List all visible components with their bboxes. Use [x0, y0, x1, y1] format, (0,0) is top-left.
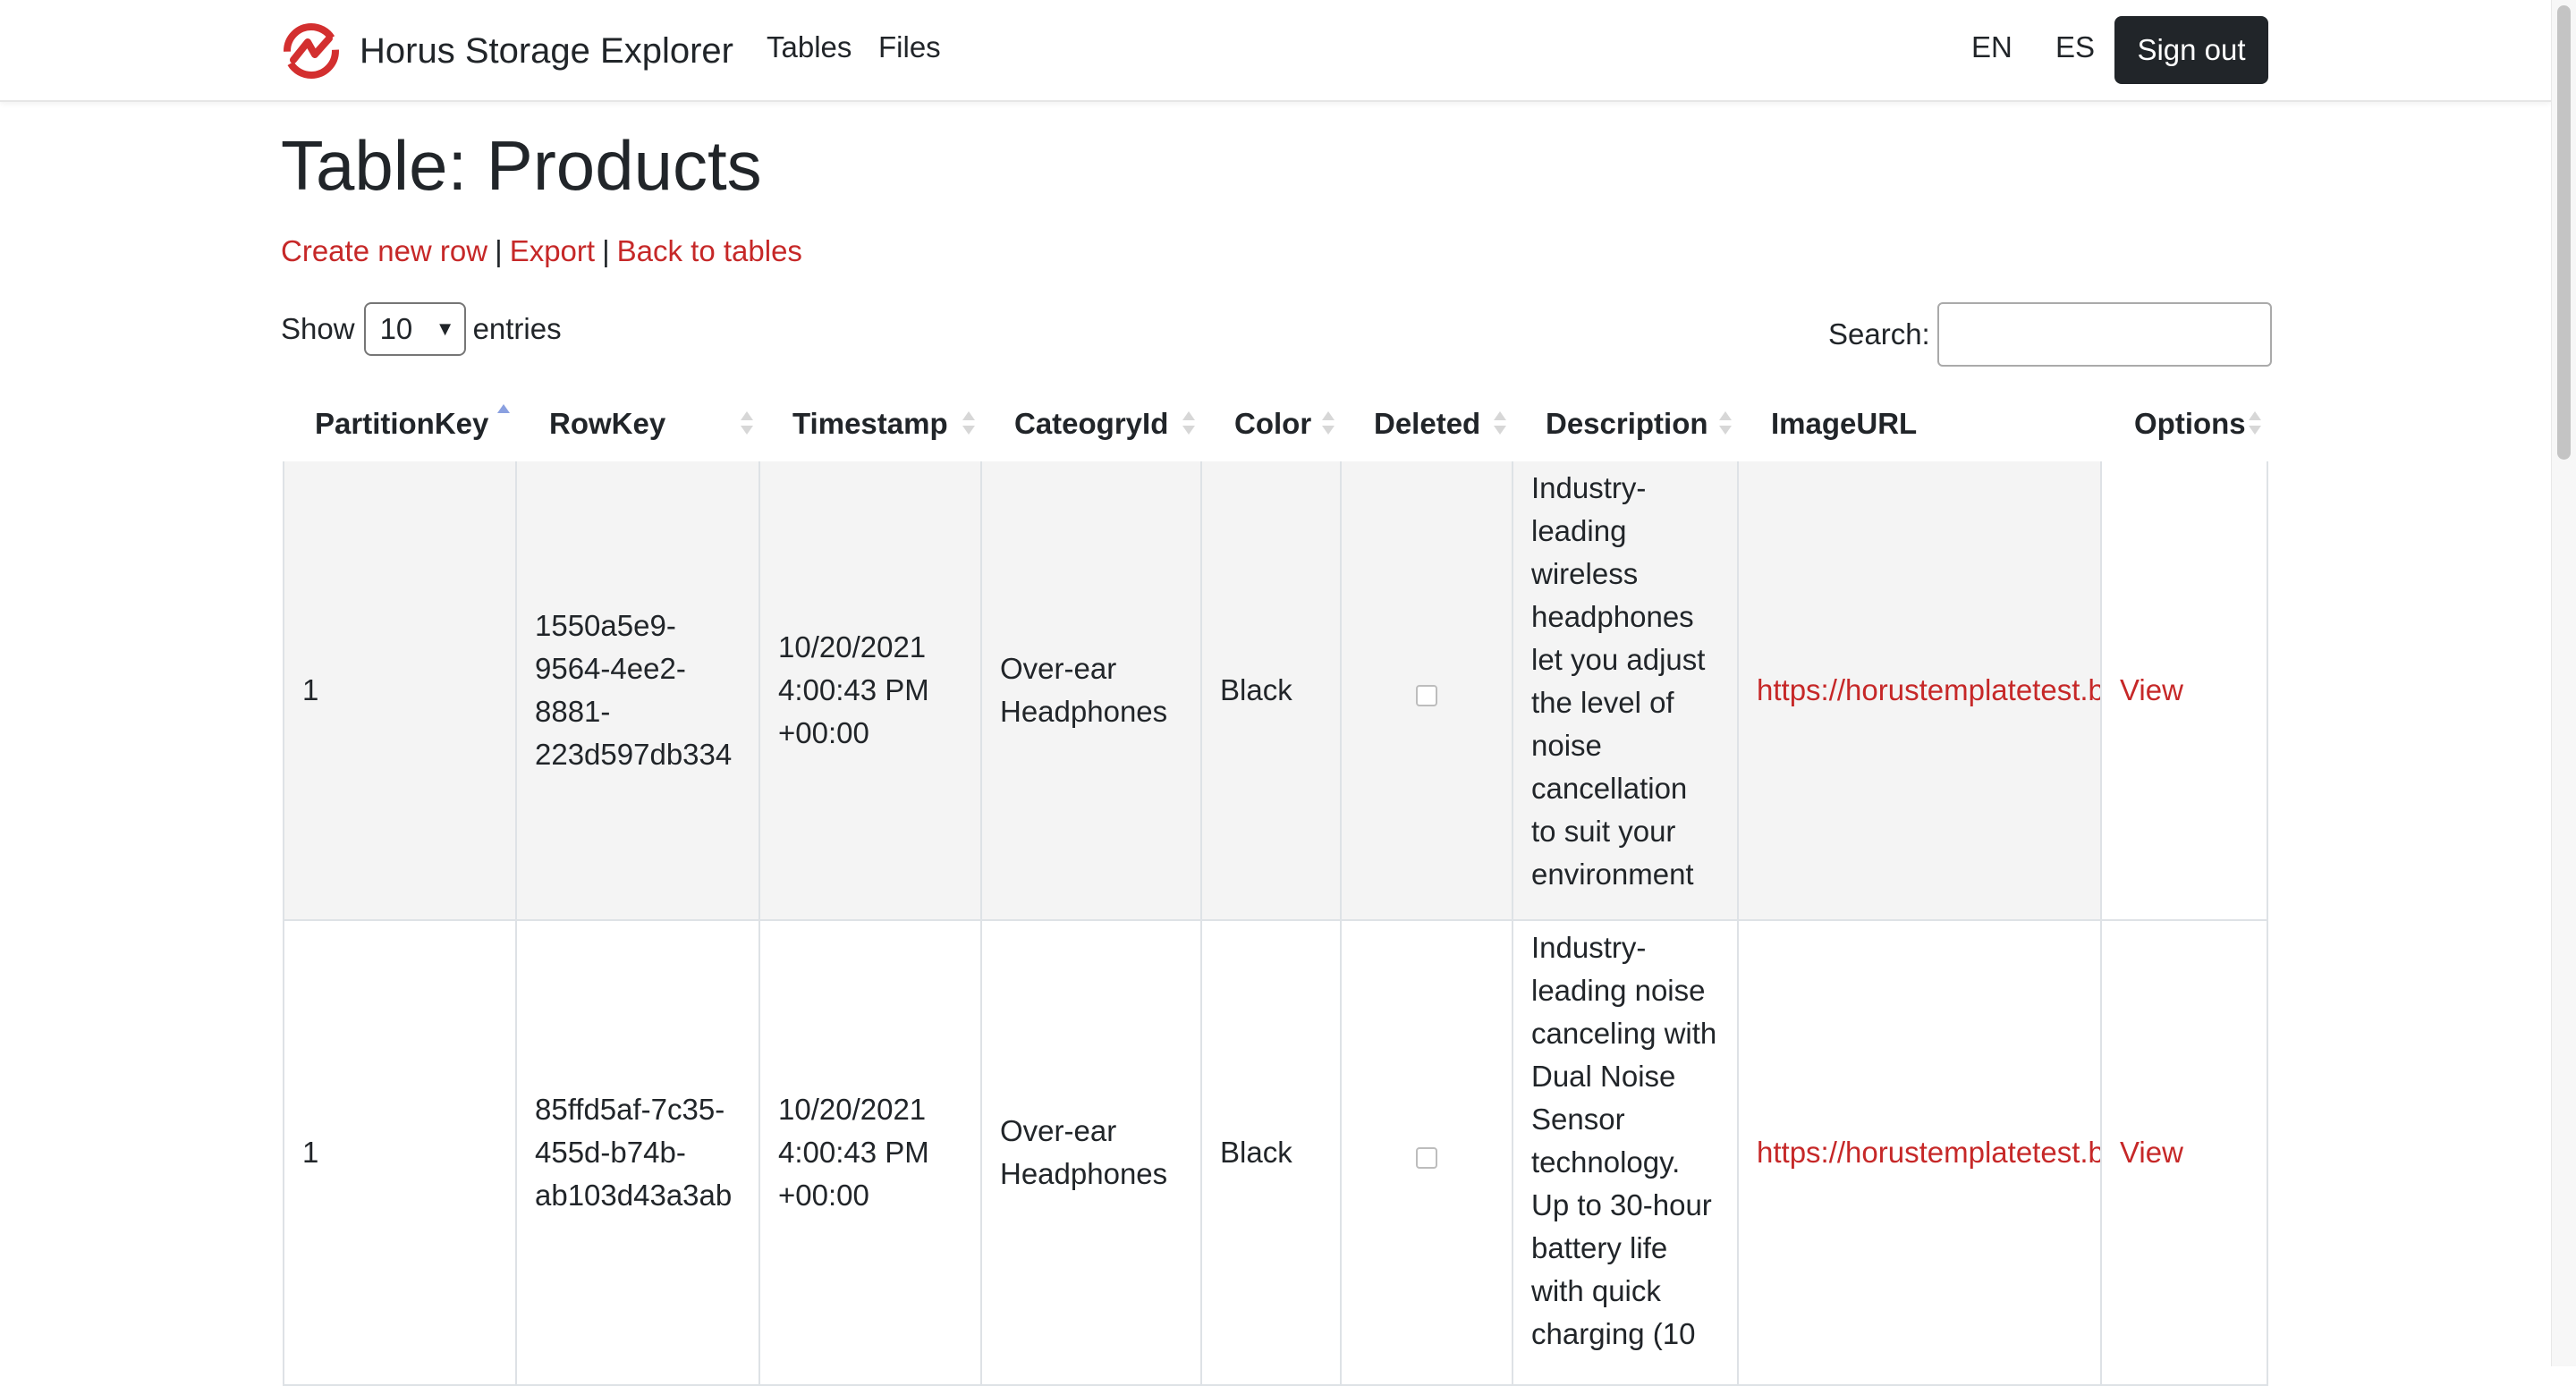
- language-es-link[interactable]: ES: [2055, 30, 2095, 64]
- cell-color: Black: [1202, 921, 1342, 1386]
- column-header-label: ImageURL: [1771, 407, 1918, 440]
- column-header-label: PartitionKey: [315, 407, 489, 440]
- sort-icon: [1719, 408, 1732, 440]
- sort-ascending-icon: [497, 404, 510, 436]
- page-title: Table: Products: [281, 126, 762, 205]
- separator: |: [495, 234, 503, 267]
- column-header-deleted[interactable]: Deleted: [1342, 386, 1513, 461]
- table-header: PartitionKey RowKey Timestamp CateogryId…: [283, 386, 2268, 464]
- sort-icon: [2249, 408, 2261, 440]
- column-header-options[interactable]: Options: [2102, 386, 2268, 461]
- sort-icon: [1322, 408, 1335, 440]
- search-input[interactable]: [1936, 302, 2272, 367]
- cell-deleted: [1342, 921, 1513, 1386]
- chevron-down-icon: ▼: [435, 317, 455, 340]
- language-en-link[interactable]: EN: [1971, 30, 2012, 64]
- cell-image-url: https://horustemplatetest.b…images/Sony-…: [1739, 921, 2102, 1386]
- cell-row-key: 1550a5e9-9564-4ee2-8881-223d597db334: [517, 461, 760, 921]
- image-url-link[interactable]: https://horustemplatetest.b…images/Sony-…: [1757, 1131, 2100, 1174]
- deleted-checkbox: [1416, 1147, 1437, 1169]
- view-link[interactable]: View: [2120, 669, 2183, 712]
- column-header-label: Description: [1546, 407, 1708, 440]
- view-link[interactable]: View: [2120, 1131, 2183, 1174]
- nav-link-files[interactable]: Files: [878, 30, 941, 64]
- cell-category: Over-ear Headphones: [982, 921, 1202, 1386]
- column-header-color[interactable]: Color: [1202, 386, 1342, 461]
- column-header-description[interactable]: Description: [1513, 386, 1739, 461]
- table-actions: Create new row | Export | Back to tables: [281, 234, 802, 268]
- cell-partition-key: 1: [283, 461, 517, 921]
- column-header-timestamp[interactable]: Timestamp: [760, 386, 982, 461]
- sign-out-button[interactable]: Sign out: [2114, 16, 2268, 84]
- deleted-checkbox: [1416, 685, 1437, 706]
- cell-deleted: [1342, 461, 1513, 921]
- cell-category: Over-ear Headphones: [982, 461, 1202, 921]
- entries-label: entries: [472, 312, 562, 345]
- cell-options: View: [2102, 461, 2268, 921]
- column-header-label: Options: [2134, 407, 2246, 440]
- page-size-select[interactable]: 10 ▼: [363, 302, 466, 356]
- column-header-categoryid[interactable]: CateogryId: [982, 386, 1202, 461]
- sort-icon: [962, 408, 975, 440]
- sort-icon: [1494, 408, 1506, 440]
- column-header-label: CateogryId: [1014, 407, 1169, 440]
- search-label: Search:: [1828, 317, 1930, 351]
- back-to-tables-link[interactable]: Back to tables: [617, 234, 802, 267]
- top-navbar: Horus Storage Explorer Tables Files EN E…: [0, 0, 2551, 102]
- horus-logo-icon: [284, 23, 339, 79]
- brand-name: Horus Storage Explorer: [360, 30, 733, 71]
- show-label: Show: [281, 312, 355, 345]
- image-url-link[interactable]: https://horustemplatetest.b…images/BOSE-…: [1757, 669, 2100, 712]
- cell-timestamp: 10/20/2021 4:00:43 PM +00:00: [760, 461, 982, 921]
- cell-row-key: 85ffd5af-7c35-455d-b74b-ab103d43a3ab: [517, 921, 760, 1386]
- table-row: 1 1550a5e9-9564-4ee2-8881-223d597db334 1…: [283, 461, 2268, 921]
- column-header-label: Timestamp: [792, 407, 948, 440]
- export-link[interactable]: Export: [510, 234, 595, 267]
- cell-image-url: https://horustemplatetest.b…images/BOSE-…: [1739, 461, 2102, 921]
- sort-icon: [1182, 408, 1195, 440]
- sort-icon: [741, 408, 753, 440]
- separator: |: [602, 234, 610, 267]
- page-size-value: 10: [379, 312, 413, 345]
- search-control: Search:: [1828, 302, 2272, 367]
- column-header-label: Deleted: [1374, 407, 1481, 440]
- entries-length-control: Show 10 ▼ entries: [281, 302, 562, 356]
- create-new-row-link[interactable]: Create new row: [281, 234, 487, 267]
- cell-timestamp: 10/20/2021 4:00:43 PM +00:00: [760, 921, 982, 1386]
- page-scrollbar[interactable]: [2551, 0, 2576, 1366]
- cell-description: Industry-leading noise canceling with Du…: [1513, 921, 1739, 1386]
- column-header-rowkey[interactable]: RowKey: [517, 386, 760, 461]
- scrollbar-thumb[interactable]: [2557, 5, 2571, 460]
- cell-color: Black: [1202, 461, 1342, 921]
- cell-description: Industry-leading wireless headphones let…: [1513, 461, 1739, 921]
- table-row: 1 85ffd5af-7c35-455d-b74b-ab103d43a3ab 1…: [283, 921, 2268, 1386]
- column-header-partitionkey[interactable]: PartitionKey: [283, 386, 517, 461]
- cell-partition-key: 1: [283, 921, 517, 1386]
- column-header-label: RowKey: [549, 407, 666, 440]
- brand[interactable]: Horus Storage Explorer: [281, 20, 733, 82]
- cell-options: View: [2102, 921, 2268, 1386]
- column-header-imageurl: ImageURL: [1739, 386, 2102, 461]
- nav-link-tables[interactable]: Tables: [767, 30, 852, 64]
- column-header-label: Color: [1234, 407, 1312, 440]
